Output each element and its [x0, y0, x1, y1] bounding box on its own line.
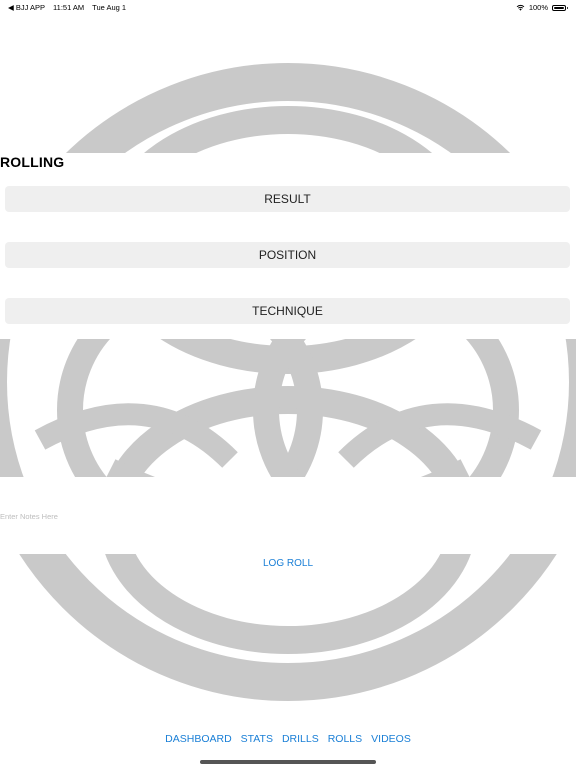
bottom-nav: DASHBOARD STATS DRILLS ROLLS VIDEOS [0, 733, 576, 745]
nav-videos[interactable]: VIDEOS [371, 733, 411, 745]
battery-percentage: 100% [528, 3, 548, 12]
battery-icon [552, 4, 568, 11]
technique-button[interactable]: TECHNIQUE [5, 298, 570, 324]
page-title: ROLLING [0, 154, 65, 170]
result-button[interactable]: RESULT [5, 186, 570, 212]
status-time: 11:51 AM [53, 3, 85, 12]
background-knot-logo [0, 63, 576, 701]
log-roll-button[interactable]: LOG ROLL [0, 558, 576, 569]
status-date: Tue Aug 1 [92, 3, 127, 12]
home-indicator [200, 760, 376, 764]
nav-stats[interactable]: STATS [241, 733, 273, 745]
wifi-icon [516, 4, 525, 11]
nav-dashboard[interactable]: DASHBOARD [165, 733, 232, 745]
nav-rolls[interactable]: ROLLS [328, 733, 362, 745]
back-to-app-link[interactable]: ◀ BJJ APP [8, 3, 45, 12]
status-bar: ◀ BJJ APP 11:51 AM Tue Aug 1 100% [0, 0, 576, 14]
nav-drills[interactable]: DRILLS [282, 733, 319, 745]
position-button[interactable]: POSITION [5, 242, 570, 268]
notes-input[interactable] [0, 505, 576, 527]
